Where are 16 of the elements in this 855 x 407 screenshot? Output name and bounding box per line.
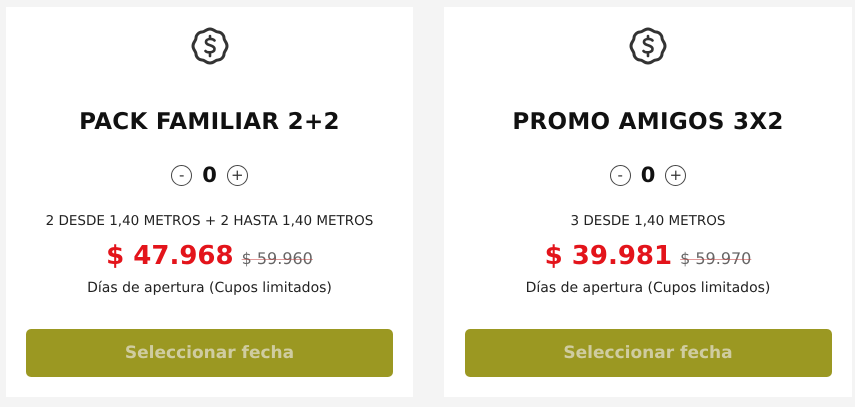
quantity-value: 0 (202, 163, 217, 187)
decrement-button[interactable]: - (171, 164, 192, 186)
dollar-badge-icon (628, 26, 668, 66)
increment-button[interactable]: + (665, 164, 686, 186)
increment-button[interactable]: + (226, 164, 248, 186)
sale-price: $ 39.981 (544, 241, 672, 271)
dollar-badge-icon (190, 26, 230, 66)
product-description: 2 DESDE 1,40 METROS + 2 HASTA 1,40 METROS (46, 213, 374, 229)
availability-note: Días de apertura (Cupos limitados) (526, 280, 770, 296)
sale-price: $ 47.968 (106, 241, 234, 271)
availability-note: Días de apertura (Cupos limitados) (87, 280, 332, 296)
product-title: PROMO AMIGOS 3X2 (512, 109, 784, 135)
product-description: 3 DESDE 1,40 METROS (570, 213, 726, 229)
quantity-value: 0 (640, 163, 656, 187)
decrement-button[interactable]: - (610, 164, 631, 186)
product-title: PACK FAMILIAR 2+2 (79, 109, 340, 135)
